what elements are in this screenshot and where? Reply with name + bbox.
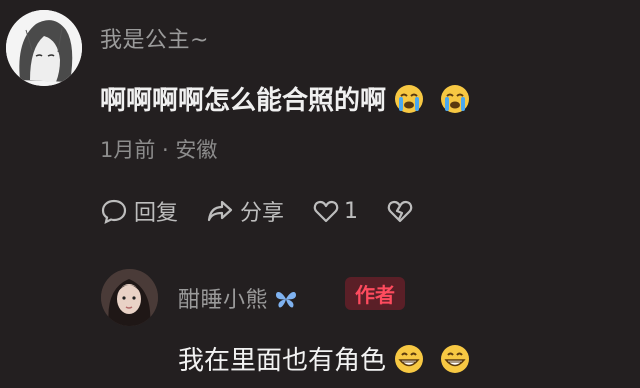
comment-body: 啊啊啊啊怎么能合照的啊 xyxy=(100,86,387,116)
speech-bubble-icon xyxy=(101,199,127,225)
dislike-button[interactable] xyxy=(386,197,414,225)
butterfly-icon xyxy=(274,289,298,309)
like-count: 1 xyxy=(344,198,359,224)
reply-text: 我在里面也有角色 xyxy=(178,340,470,377)
author-avatar[interactable] xyxy=(101,269,158,326)
share-label: 分享 xyxy=(240,201,285,226)
like-button[interactable]: 1 xyxy=(312,197,358,225)
comment-text: 啊啊啊啊怎么能合照的啊 xyxy=(100,80,470,117)
share-button[interactable]: 分享 xyxy=(206,195,284,227)
author-badge: 作者 xyxy=(345,277,405,310)
comment-actions: 回复 分享 1 xyxy=(100,195,442,227)
grinning-face-icon xyxy=(440,344,470,374)
broken-heart-icon xyxy=(387,200,413,223)
grinning-face-icon xyxy=(394,344,424,374)
comment-meta: 1月前 · 安徽 xyxy=(100,138,218,162)
reply-button[interactable]: 回复 xyxy=(100,195,178,227)
commenter-avatar[interactable] xyxy=(6,10,82,86)
loudly-crying-face-icon xyxy=(394,84,424,114)
share-arrow-icon xyxy=(207,200,233,222)
commenter-username[interactable]: 我是公主~ xyxy=(100,22,209,54)
author-username[interactable]: 酣睡小熊 xyxy=(178,282,298,314)
reply-label: 回复 xyxy=(134,201,179,226)
heart-icon xyxy=(313,200,339,223)
reply-body: 我在里面也有角色 xyxy=(178,346,387,376)
loudly-crying-face-icon xyxy=(440,84,470,114)
author-username-text: 酣睡小熊 xyxy=(178,288,269,313)
